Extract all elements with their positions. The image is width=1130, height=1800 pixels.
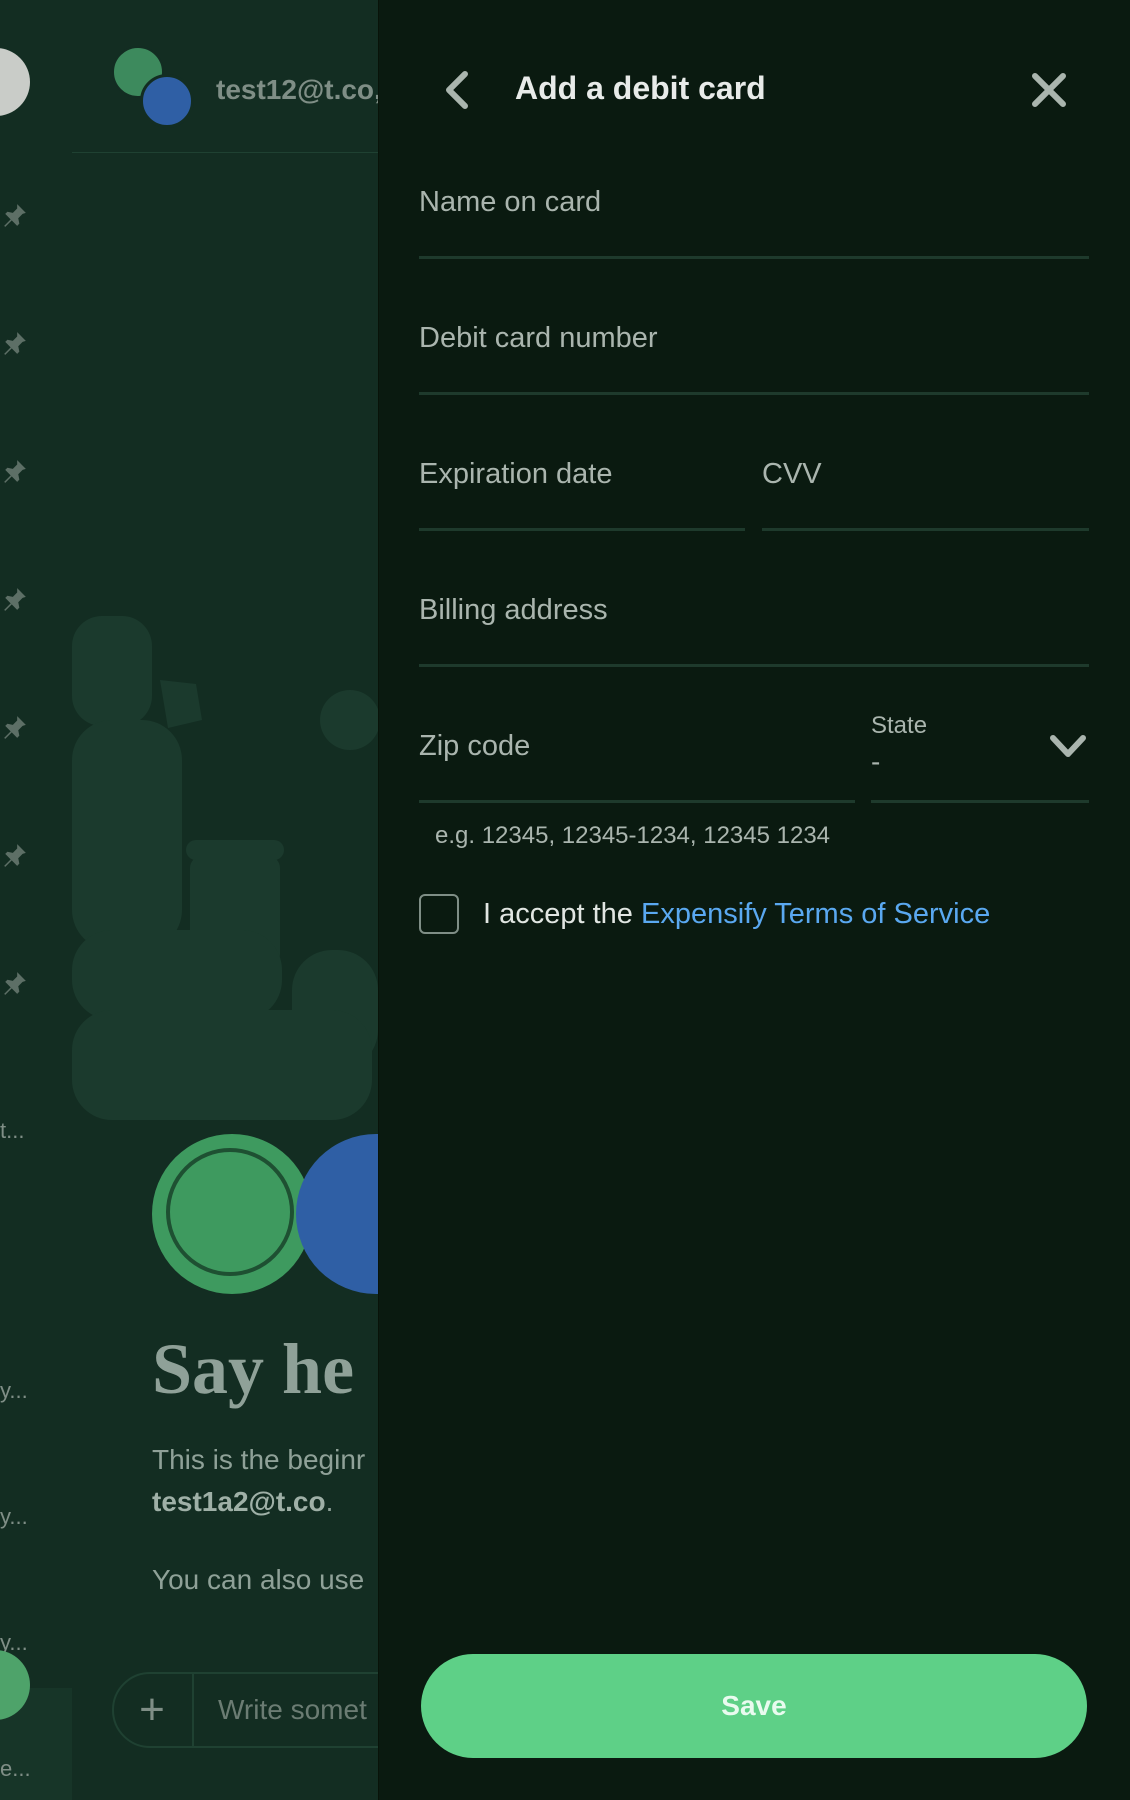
billing-address-field[interactable]: Billing address xyxy=(419,568,1089,667)
sidebar-item-truncated[interactable]: e... xyxy=(0,1756,31,1782)
state-value: - xyxy=(871,746,881,777)
composer-divider xyxy=(192,1674,194,1746)
welcome-email: test1a2@t.co. xyxy=(152,1486,333,1518)
terms-prefix: I accept the xyxy=(483,898,641,930)
add-debit-card-panel: Add a debit card Name on card Debit card… xyxy=(378,0,1130,1800)
debit-card-number-label: Debit card number xyxy=(419,322,658,354)
left-rail: t... y... y... y... e... xyxy=(0,0,72,1800)
avatar[interactable] xyxy=(296,1134,378,1294)
debit-card-number-field[interactable]: Debit card number xyxy=(419,296,1089,395)
expiration-date-label: Expiration date xyxy=(419,458,613,490)
welcome-email-suffix: . xyxy=(325,1486,334,1517)
welcome-illustration xyxy=(72,616,378,1120)
terms-of-service-link[interactable]: Expensify Terms of Service xyxy=(641,898,990,930)
terms-checkbox[interactable] xyxy=(419,894,459,934)
chevron-down-icon[interactable] xyxy=(1049,732,1087,762)
pin-icon xyxy=(2,842,28,868)
welcome-title: Say he xyxy=(152,1329,355,1409)
state-label: State xyxy=(871,712,928,739)
pin-icon xyxy=(2,714,28,740)
chat-header: test12@t.co, xyxy=(72,0,378,153)
pin-icon xyxy=(2,458,28,484)
save-button[interactable]: Save xyxy=(421,1654,1087,1758)
pin-icon xyxy=(2,970,28,996)
name-on-card-field[interactable]: Name on card xyxy=(419,160,1089,259)
sidebar-item-truncated[interactable]: t... xyxy=(0,1118,24,1144)
plus-icon[interactable]: + xyxy=(134,1688,170,1732)
cvv-field[interactable]: CVV xyxy=(762,432,1089,531)
chat-area: test12@t.co, Say he This is the beginr t… xyxy=(72,0,378,1800)
zip-code-hint: e.g. 12345, 12345-1234, 12345 1234 xyxy=(435,822,831,849)
sidebar-item-truncated[interactable]: y... xyxy=(0,1504,28,1530)
avatar[interactable] xyxy=(140,74,194,128)
avatar[interactable] xyxy=(0,48,30,116)
terms-label: I accept the Expensify Terms of Service xyxy=(483,898,990,931)
billing-address-label: Billing address xyxy=(419,594,608,626)
welcome-text: This is the beginr xyxy=(152,1444,366,1475)
zip-code-field[interactable]: Zip code xyxy=(419,704,855,803)
message-composer[interactable]: + Write somet xyxy=(112,1672,378,1748)
welcome-text: You can also use xyxy=(152,1564,365,1595)
sidebar-item-truncated[interactable]: y... xyxy=(0,1378,28,1404)
expiration-date-field[interactable]: Expiration date xyxy=(419,432,745,531)
chevron-left-icon[interactable] xyxy=(441,70,471,110)
zip-code-label: Zip code xyxy=(419,730,531,762)
close-icon[interactable] xyxy=(1029,70,1069,110)
composer-input[interactable]: Write somet xyxy=(218,1694,367,1726)
page-title: Add a debit card xyxy=(515,70,766,106)
cvv-label: CVV xyxy=(762,458,822,490)
avatar[interactable] xyxy=(152,1134,312,1294)
chat-header-title[interactable]: test12@t.co, xyxy=(216,74,378,106)
pin-icon xyxy=(2,202,28,228)
welcome-email-address[interactable]: test1a2@t.co xyxy=(152,1486,326,1517)
pin-icon xyxy=(2,586,28,612)
pin-icon xyxy=(2,330,28,356)
name-on-card-label: Name on card xyxy=(419,186,602,218)
state-select[interactable]: State - xyxy=(871,704,1089,803)
